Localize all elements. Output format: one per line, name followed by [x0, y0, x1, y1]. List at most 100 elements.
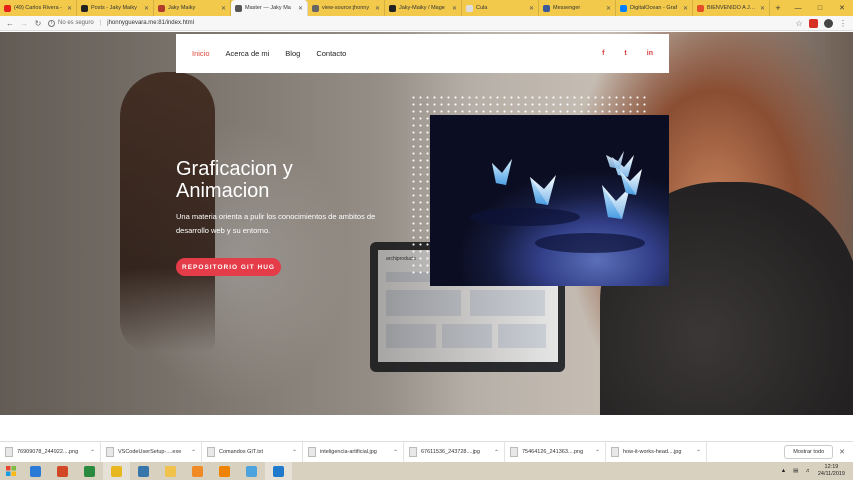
tab-close-icon[interactable]: ✕: [221, 5, 226, 12]
minimize-icon[interactable]: —: [787, 0, 809, 16]
tab-favicon-icon: [81, 4, 88, 12]
tab-close-icon[interactable]: ✕: [144, 5, 149, 12]
taskbar-app[interactable]: [265, 462, 292, 480]
tab-label: Jaky Maiky: [168, 5, 196, 11]
browser-tab[interactable]: Master — Jaky Ma ✕: [231, 0, 308, 16]
tab-close-icon[interactable]: ✕: [67, 5, 72, 12]
hero-subtitle: Una materia orienta a pulir los conocimi…: [176, 212, 376, 235]
nav-link-blog[interactable]: Blog: [285, 49, 300, 58]
chevron-up-icon[interactable]: ⌃: [393, 449, 398, 456]
chevron-up-icon[interactable]: ⌃: [494, 449, 499, 456]
hero-title-line2: Animacion: [176, 180, 270, 202]
tab-favicon-icon: [697, 4, 704, 12]
nav-link-inicio[interactable]: Inicio: [192, 49, 210, 58]
nav-link-acerca[interactable]: Acerca de mi: [226, 49, 270, 58]
browser-tab[interactable]: Cula ✕: [462, 0, 539, 16]
extension-icon[interactable]: [809, 18, 818, 28]
hero-title: Graficacion y Animacion: [176, 158, 376, 202]
browser-tab[interactable]: Posts - Jaky Maiky ✕: [77, 0, 154, 16]
download-item[interactable]: 76909078_244922....png ⌃: [0, 442, 101, 462]
taskbar-app[interactable]: [211, 462, 238, 480]
show-all-downloads-button[interactable]: Mostrar todo: [784, 445, 834, 459]
download-filename: 75464126_241363....png: [522, 449, 584, 455]
download-item[interactable]: 67611536_243728....jpg ⌃: [404, 442, 505, 462]
download-item[interactable]: VSCodeUserSetup-....exe ⌃: [101, 442, 202, 462]
chevron-up-icon[interactable]: ⌃: [696, 449, 701, 456]
close-downloads-icon[interactable]: ✕: [839, 448, 845, 456]
tab-close-icon[interactable]: ✕: [760, 5, 765, 12]
tray-arrow-icon[interactable]: ▲: [781, 468, 786, 474]
file-icon: [308, 447, 316, 457]
tab-label: Messenger: [553, 5, 581, 11]
new-tab-button[interactable]: +: [770, 0, 786, 16]
volume-icon[interactable]: ♬: [805, 468, 811, 474]
clock[interactable]: 12:19 24/11/2019: [818, 464, 845, 478]
forward-arrow-icon[interactable]: →: [20, 19, 28, 28]
paper-boats-illustration: [470, 151, 645, 253]
browser-tab[interactable]: (49) Carlos Rivera - ✕: [0, 0, 77, 16]
repository-button[interactable]: REPOSITORIO GIT HUG: [176, 258, 281, 276]
browser-tab[interactable]: Jaky-Maiky / Mage ✕: [385, 0, 462, 16]
browser-tab[interactable]: BIENVENIDO A JAK ✕: [693, 0, 770, 16]
maximize-icon[interactable]: □: [809, 0, 831, 16]
browser-tab[interactable]: DigitalOcean - Graf ✕: [616, 0, 693, 16]
taskbar-app[interactable]: [130, 462, 157, 480]
facebook-icon[interactable]: f: [602, 50, 604, 57]
hero-section: archiproducts Inicio Acerca de mi Blog C…: [0, 32, 853, 415]
tab-close-icon[interactable]: ✕: [375, 5, 380, 12]
reload-icon[interactable]: ↻: [34, 19, 42, 28]
tab-label: DigitalOcean - Graf: [630, 5, 678, 11]
download-filename: 76909078_244922....png: [17, 449, 79, 455]
taskbar-app[interactable]: [157, 462, 184, 480]
taskbar-app[interactable]: [22, 462, 49, 480]
tab-favicon-icon: [466, 4, 473, 12]
browser-tab[interactable]: Messenger ✕: [539, 0, 616, 16]
download-filename: how-it-works-head....jpg: [623, 449, 682, 455]
close-window-icon[interactable]: ✕: [831, 0, 853, 16]
taskbar-app[interactable]: [184, 462, 211, 480]
media-player-icon: [192, 465, 203, 477]
featured-image: [430, 115, 669, 286]
twitter-icon[interactable]: t: [624, 50, 626, 57]
chevron-up-icon[interactable]: ⌃: [191, 449, 196, 456]
file-icon: [510, 447, 518, 457]
browser-tab[interactable]: view-source:jhonny ✕: [308, 0, 385, 16]
windows-taskbar: ▲ ▤ ♬ 12:19 24/11/2019: [0, 462, 853, 480]
chevron-up-icon[interactable]: ⌃: [90, 449, 95, 456]
browser-tab[interactable]: Jaky Maiky ✕: [154, 0, 231, 16]
tab-favicon-icon: [389, 4, 396, 12]
url-input[interactable]: jhonnyguevara.me:81/index.html: [107, 20, 789, 26]
download-item[interactable]: Comandos GIT.txt ⌃: [202, 442, 303, 462]
back-arrow-icon[interactable]: ←: [6, 19, 14, 28]
download-item[interactable]: how-it-works-head....jpg ⌃: [606, 442, 707, 462]
nav-link-contacto[interactable]: Contacto: [316, 49, 346, 58]
file-icon: [5, 447, 13, 457]
download-item[interactable]: 75464126_241363....png ⌃: [505, 442, 606, 462]
download-item[interactable]: inteligencia-artificial.jpg ⌃: [303, 442, 404, 462]
hero-title-line1: Graficacion y: [176, 158, 293, 180]
tab-close-icon[interactable]: ✕: [606, 5, 611, 12]
window-controls: — □ ✕: [787, 0, 853, 16]
network-icon[interactable]: ▤: [793, 468, 798, 474]
menu-kebab-icon[interactable]: ⋮: [839, 19, 847, 28]
bookmark-star-icon[interactable]: ☆: [795, 19, 803, 28]
taskbar-app[interactable]: [76, 462, 103, 480]
tab-close-icon[interactable]: ✕: [529, 5, 534, 12]
tab-close-icon[interactable]: ✕: [683, 5, 688, 12]
start-button[interactable]: [0, 462, 22, 480]
tab-label: Posts - Jaky Maiky: [91, 5, 137, 11]
security-indicator[interactable]: i No es seguro: [48, 19, 94, 27]
tab-label: view-source:jhonny: [322, 5, 370, 11]
taskbar-app[interactable]: [49, 462, 76, 480]
linkedin-icon[interactable]: in: [647, 50, 653, 57]
browser-tab-strip: (49) Carlos Rivera - ✕ Posts - Jaky Maiky…: [0, 0, 853, 16]
taskbar-app[interactable]: [238, 462, 265, 480]
profile-avatar-icon[interactable]: [824, 18, 833, 28]
chevron-up-icon[interactable]: ⌃: [292, 449, 297, 456]
chevron-up-icon[interactable]: ⌃: [595, 449, 600, 456]
taskbar-app[interactable]: [103, 462, 130, 480]
clock-date: 24/11/2019: [817, 471, 845, 477]
tab-favicon-icon: [620, 4, 627, 12]
tab-close-icon[interactable]: ✕: [452, 5, 457, 12]
tab-close-icon[interactable]: ✕: [298, 5, 303, 12]
